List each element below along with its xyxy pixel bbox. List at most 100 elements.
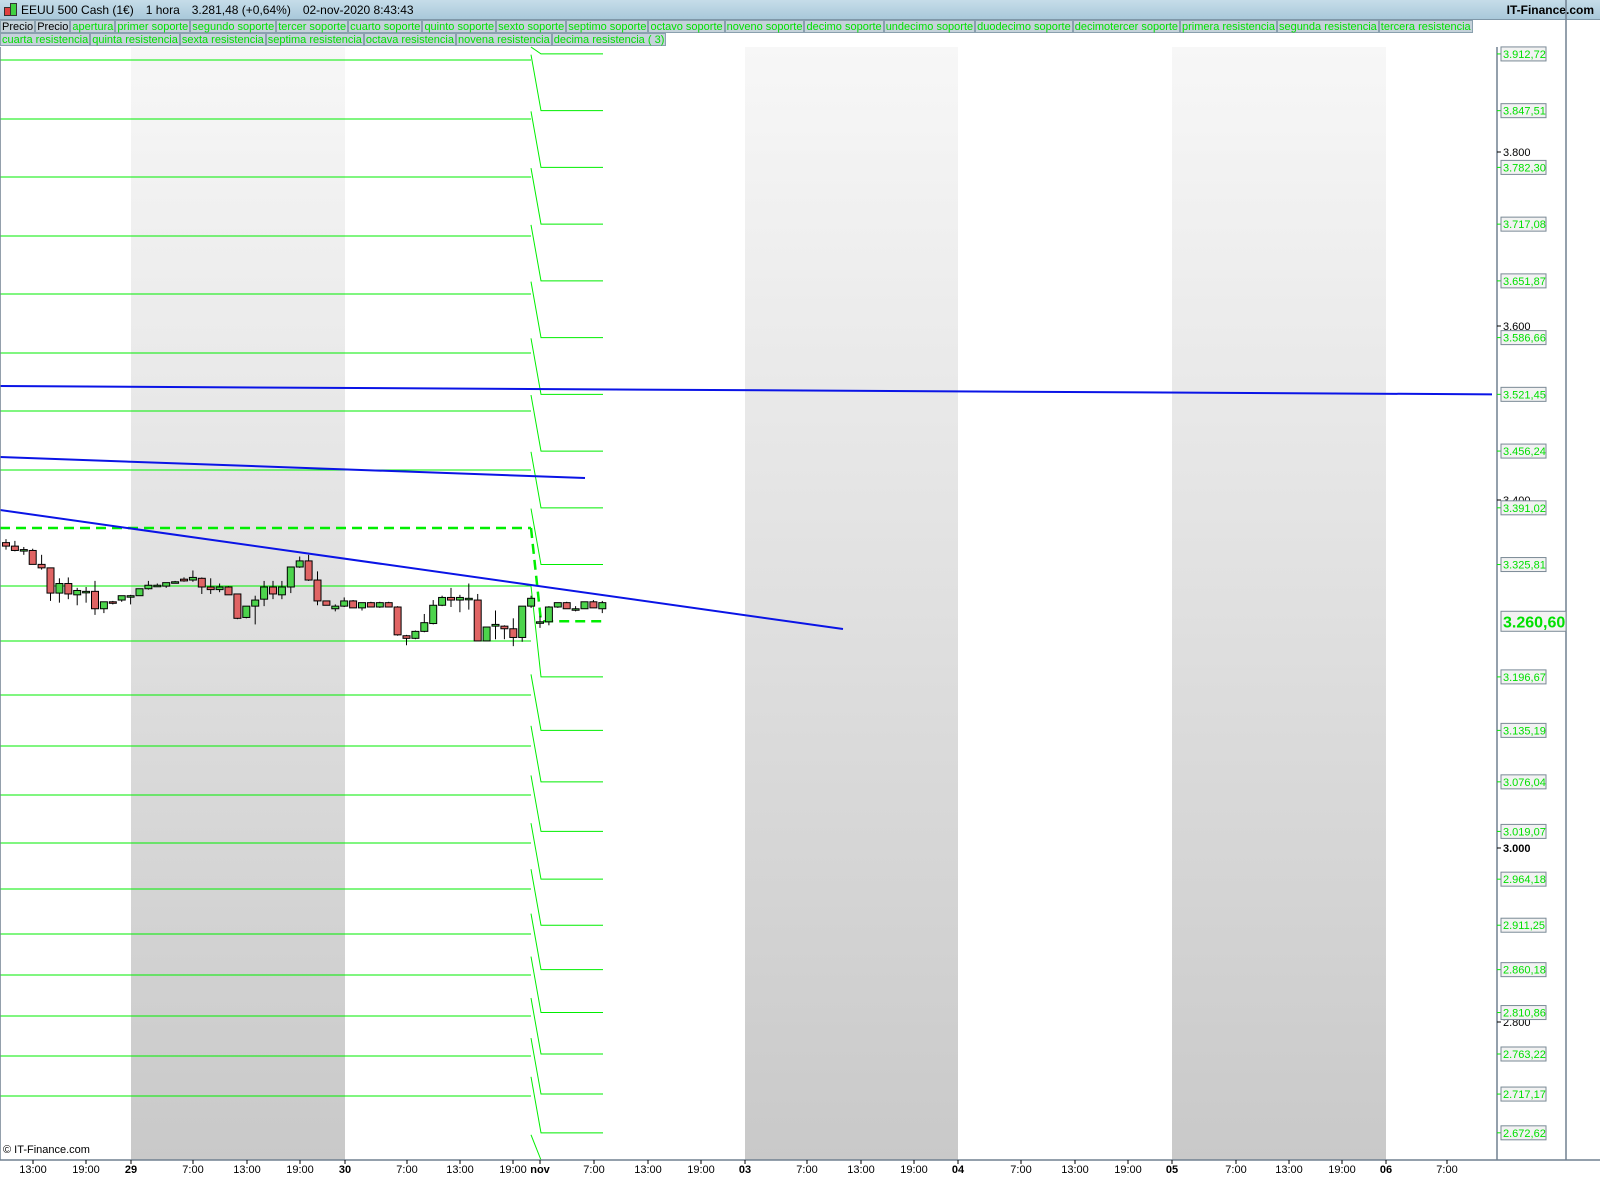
time-tick-label: 7:00 [182,1164,203,1176]
candle-body [411,630,420,639]
candle-body [553,602,562,608]
candle-body [544,606,553,623]
level-label: 3.651,87 [1503,276,1546,288]
candle-body [277,586,286,596]
candle-body [286,566,295,588]
candle-body [37,563,46,569]
time-tick-label: 13:00 [446,1164,474,1176]
candle-body [269,586,277,595]
candle-body [313,579,322,602]
candle-body [500,625,509,630]
level-line [530,338,603,395]
level-line [530,1037,603,1095]
candle-body [108,601,117,604]
level-line [530,168,603,225]
candle-body [598,602,607,610]
level-label: 2.911,25 [1503,920,1545,932]
candle-body [518,605,527,638]
candle-body [420,622,429,632]
candle-body [64,583,73,595]
level-label: 3.456,24 [1503,446,1546,458]
level-line [530,224,603,282]
level-label: 3.391,02 [1503,503,1546,515]
candle-body [438,596,447,606]
copyright: © IT-Finance.com [3,1144,90,1156]
level-line [530,281,603,339]
candle-body [73,589,82,596]
candle-body [447,596,455,601]
time-tick-label: 19:00 [1328,1164,1356,1176]
time-tick-label: 7:00 [1010,1164,1031,1176]
level-label: 3.521,45 [1503,389,1546,401]
candle-body [135,588,144,597]
time-tick-label: 13:00 [847,1164,875,1176]
candle-body [304,560,313,581]
time-tick-label: 19:00 [499,1164,527,1176]
level-line [530,1076,603,1134]
level-label: 3.135,19 [1503,725,1546,737]
level-line [530,394,603,452]
level-label: 3.782,30 [1503,162,1546,174]
level-line [530,585,603,678]
candle-body [117,595,126,601]
candle-body [562,602,571,610]
candle-body [393,606,402,636]
candle-body [349,600,358,609]
candle-body [331,605,340,610]
candle-body [82,590,91,594]
level-label: 3.325,81 [1503,560,1546,572]
time-tick-label: 13:00 [1275,1164,1303,1176]
level-label: 3.717,08 [1503,219,1546,231]
time-tick-label: 7:00 [796,1164,817,1176]
candle-body [571,608,580,611]
candle-body [180,578,188,582]
candle-body [536,621,544,624]
candle-body [224,586,233,596]
time-tick-label: 04 [952,1164,965,1176]
level-label: 2.860,18 [1503,965,1546,977]
time-tick-label: 19:00 [286,1164,314,1176]
level-line [530,674,603,731]
candle-body [126,595,135,598]
time-tick-label: 13:00 [19,1164,47,1176]
time-tick-label: 13:00 [634,1164,662,1176]
candle-body [580,601,589,610]
candle-body [260,586,269,600]
level-label: 3.912,72 [1503,49,1546,61]
level-label: 2.717,17 [1503,1089,1546,1101]
level-line [530,111,603,168]
candle-body [188,576,197,581]
level-label: 3.847,51 [1503,106,1546,118]
level-label: 3.019,07 [1503,826,1546,838]
day-band [745,47,958,1160]
candle-body [491,623,500,627]
time-tick-label: 13:00 [1061,1164,1089,1176]
time-tick-label: 7:00 [583,1164,604,1176]
candle-body [206,586,215,591]
candle-body [55,583,64,594]
level-line [530,956,603,1014]
candle-body [473,599,482,642]
level-label: 2.810,86 [1503,1008,1546,1020]
price-tick-label: 3.800 [1503,147,1531,159]
price-chart[interactable]: 3.8003.6003.4003.0002.8003.912,723.847,5… [0,0,1600,1200]
candle-body [340,600,349,607]
candle-body [46,567,55,594]
candle-body [144,584,153,590]
level-line [530,997,603,1055]
day-band [1172,47,1386,1160]
candle-body [527,597,536,607]
time-tick-label: 03 [739,1164,751,1176]
time-tick-label: 05 [1166,1164,1178,1176]
candle-body [509,628,518,638]
time-tick-label: 13:00 [233,1164,261,1176]
level-line [530,46,603,55]
level-line [530,508,603,566]
candle-body [464,597,473,601]
time-tick-label: 7:00 [1225,1164,1246,1176]
time-tick-label: 19:00 [72,1164,100,1176]
candle-body [19,549,28,552]
candle-body [28,549,37,565]
level-line [530,913,603,971]
candle-body [358,602,366,609]
